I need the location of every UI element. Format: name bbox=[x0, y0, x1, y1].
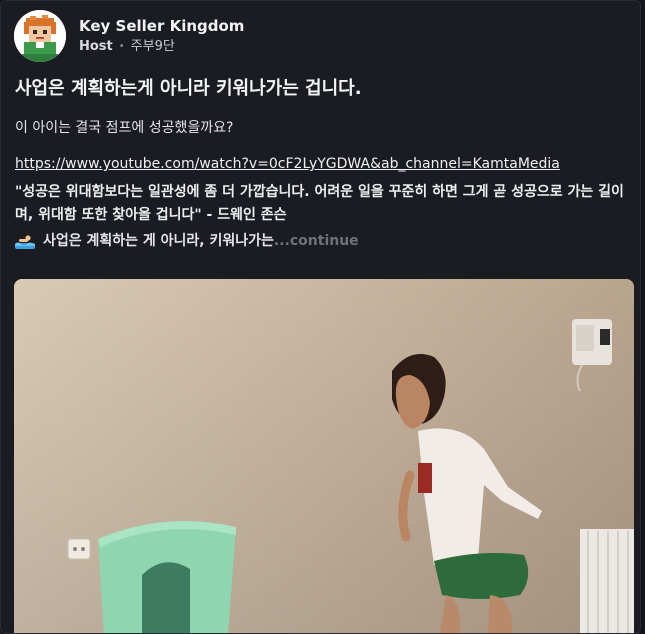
post-quote: "성공은 위대함보다는 일관성에 좀 더 가깝습니다. 어려운 일을 꾸준히 하… bbox=[15, 184, 624, 223]
pixel-boy-avatar-icon bbox=[14, 10, 66, 62]
continue-link[interactable]: ...continue bbox=[274, 231, 359, 251]
avatar[interactable] bbox=[14, 10, 66, 62]
stool bbox=[98, 521, 236, 633]
post-header: Key Seller Kingdom Host • 주부9단 bbox=[14, 10, 244, 62]
youtube-link[interactable]: https://www.youtube.com/watch?v=0cF2LyYG… bbox=[15, 154, 627, 174]
media-illustration bbox=[14, 279, 634, 633]
author-subline: Host • 주부9단 bbox=[79, 38, 244, 56]
post-media[interactable] bbox=[14, 279, 634, 633]
post-meta: Key Seller Kingdom Host • 주부9단 bbox=[79, 16, 244, 56]
post-question: 이 아이는 결국 점프에 성공했을까요? bbox=[15, 120, 234, 136]
author-role: Host bbox=[79, 39, 113, 54]
post-body: 이 아이는 결국 점프에 성공했을까요? https://www.youtube… bbox=[15, 118, 627, 251]
post-summary[interactable]: 사업은 계획하는 게 아니라, 키워나가는 ...continue bbox=[15, 231, 627, 251]
post-time: 주부9단 bbox=[130, 39, 175, 54]
separator-dot: • bbox=[118, 41, 125, 52]
post-card: Key Seller Kingdom Host • 주부9단 사업은 계획하는게… bbox=[0, 0, 641, 634]
author-name[interactable]: Key Seller Kingdom bbox=[79, 16, 244, 36]
swimmer-emoji-icon bbox=[15, 235, 35, 249]
post-title[interactable]: 사업은 계획하는게 아니라 키워나가는 겁니다. bbox=[15, 77, 362, 101]
summary-text: 사업은 계획하는 게 아니라, 키워나가는 bbox=[43, 233, 274, 249]
